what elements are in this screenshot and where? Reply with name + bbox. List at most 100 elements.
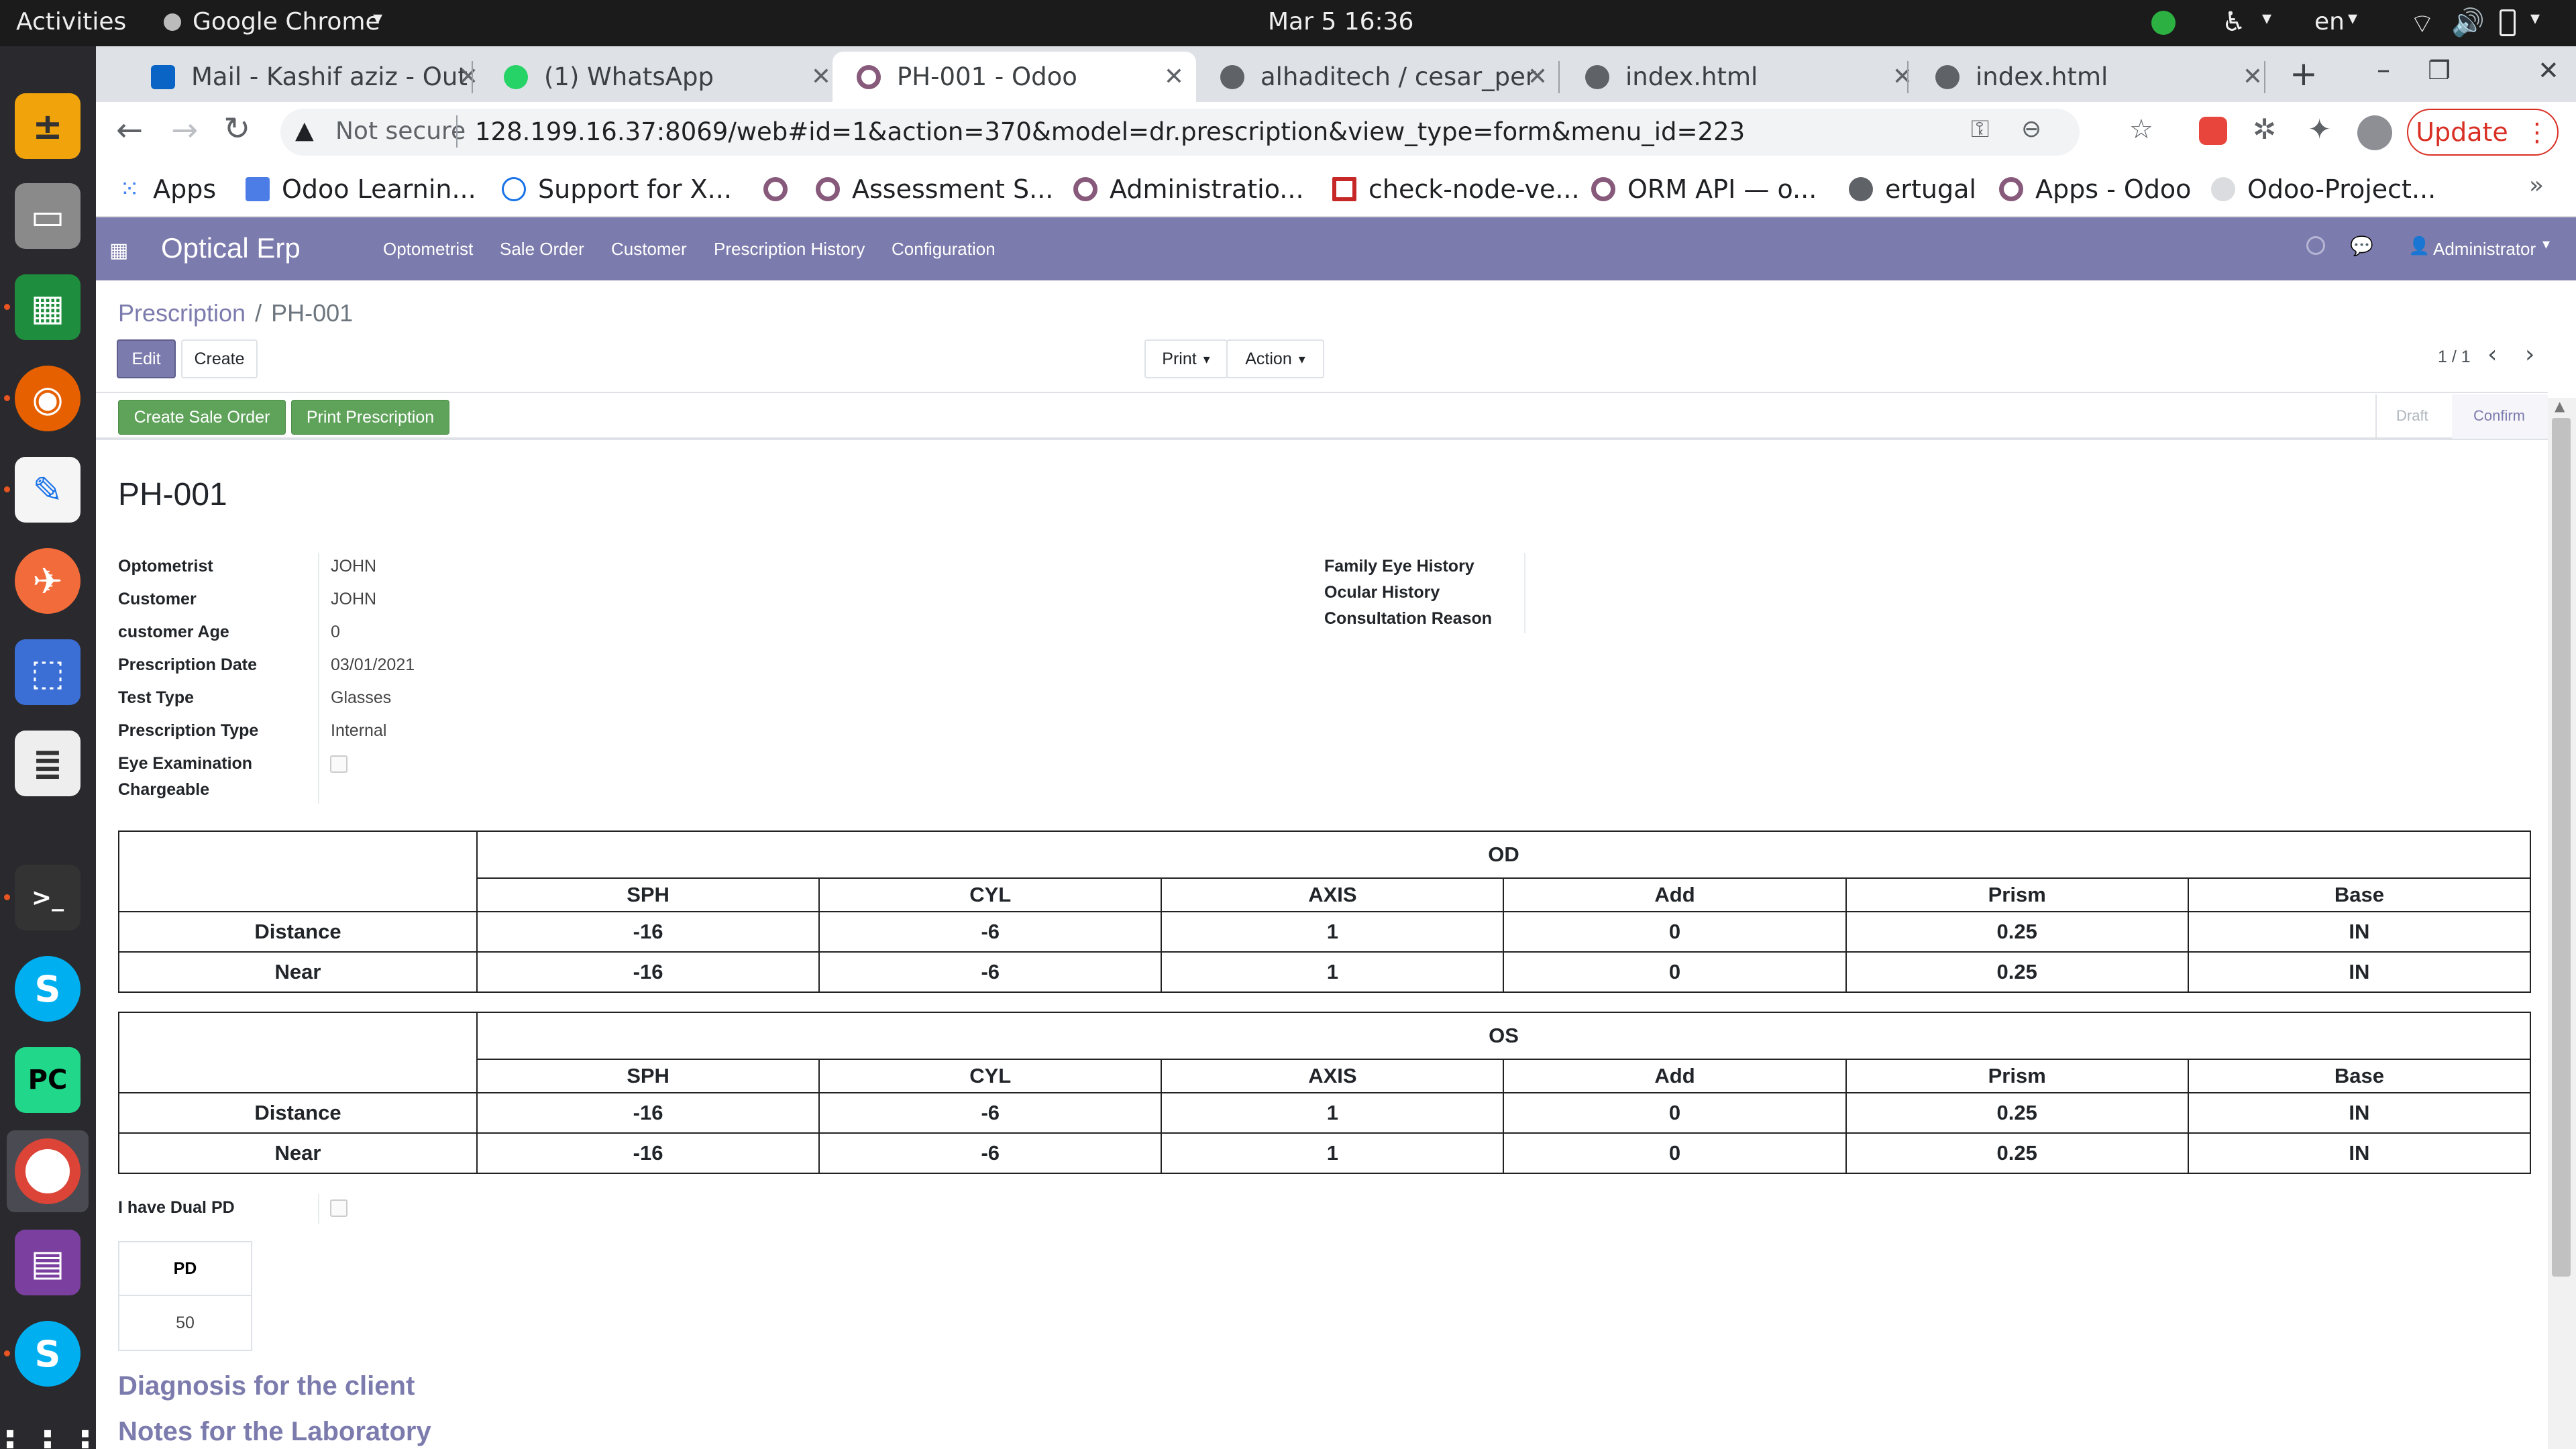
postman-icon[interactable]: ✈	[15, 548, 80, 614]
pager-next-icon[interactable]: ›	[2525, 341, 2534, 368]
close-icon[interactable]: ✕	[1527, 63, 1548, 91]
dual-pd-checkbox[interactable]	[330, 1199, 347, 1217]
print-prescription-button[interactable]: Print Prescription	[291, 400, 449, 435]
zoom-icon[interactable]: ⊖	[2021, 115, 2041, 143]
warning-icon[interactable]: ▲	[295, 117, 314, 144]
bookmark-star-icon[interactable]: ☆	[2129, 114, 2153, 145]
bookmark-administration[interactable]: Administratio...	[1073, 170, 1304, 208]
spreadsheet-icon[interactable]: ▦	[15, 274, 80, 340]
screenshot-icon[interactable]: ⬚	[15, 639, 80, 705]
more-bookmarks-icon[interactable]: »	[2529, 172, 2544, 199]
tab-odoo-active[interactable]: PH-001 - Odoo ✕	[833, 52, 1196, 102]
bookmark-odoo[interactable]	[763, 170, 800, 208]
table-header: Add	[1503, 1059, 1847, 1093]
key-icon[interactable]: ⚿	[1971, 115, 1989, 144]
restore-icon[interactable]: ❐	[2428, 56, 2451, 85]
extensions-puzzle-icon[interactable]: ✦	[2308, 113, 2331, 146]
bookmark-orm-api[interactable]: ORM API — o...	[1591, 170, 1817, 208]
npm-icon	[1332, 177, 1356, 201]
pager-value[interactable]: 1 / 1	[2438, 347, 2471, 367]
field-label-family-eye-history: Family Eye History	[1324, 557, 1474, 576]
show-apps-icon[interactable]: ⋮⋮⋮	[0, 1412, 104, 1449]
profile-avatar[interactable]	[2357, 115, 2392, 150]
firefox-icon[interactable]: ◉	[15, 366, 80, 431]
back-icon[interactable]: ←	[116, 111, 143, 149]
pd-value[interactable]: 50	[119, 1296, 251, 1350]
eye-examination-checkbox[interactable]	[330, 755, 347, 773]
scroll-up-icon[interactable]: ▲	[2555, 398, 2565, 414]
tab-index-2[interactable]: index.html ✕	[1911, 52, 2275, 102]
wifi-icon[interactable]: ⌔	[2410, 7, 2435, 40]
status-confirm[interactable]: Confirm	[2473, 407, 2525, 425]
activity-clock-icon[interactable]	[2306, 236, 2325, 255]
update-button[interactable]: Update ⋮	[2407, 109, 2559, 156]
bookmark-odoo-project[interactable]: Odoo-Project...	[2211, 170, 2436, 208]
close-window-icon[interactable]: ✕	[2538, 56, 2559, 85]
activities-button[interactable]: Activities	[16, 8, 126, 36]
bookmark-assessment[interactable]: Assessment S...	[816, 170, 1053, 208]
skype-icon[interactable]: S	[15, 956, 80, 1022]
reload-icon[interactable]: ↻	[223, 110, 250, 148]
action-dropdown[interactable]: Action ▾	[1226, 339, 1324, 378]
extension-shield-icon[interactable]	[2199, 117, 2227, 145]
tab-index-1[interactable]: index.html ✕	[1561, 52, 1925, 102]
text-editor-icon[interactable]: ✎	[15, 457, 80, 523]
terminal-icon[interactable]: >_	[15, 865, 80, 930]
pycharm-icon[interactable]: PC	[15, 1047, 80, 1113]
update-indicator-icon[interactable]	[2151, 11, 2176, 35]
menu-configuration[interactable]: Configuration	[892, 239, 996, 260]
minimize-icon[interactable]: –	[2377, 54, 2390, 85]
skype-icon[interactable]: S	[15, 1321, 80, 1387]
app-menu[interactable]: Google Chrome	[193, 8, 380, 36]
calculator-icon[interactable]: ±	[15, 93, 80, 159]
odoo-icon	[857, 64, 881, 89]
document-viewer-icon[interactable]: ≣	[15, 731, 80, 796]
brand-name[interactable]: Optical Erp	[161, 232, 301, 264]
bookmark-ertugal[interactable]: ertugal	[1849, 170, 1976, 208]
tab-mail[interactable]: Mail - Kashif aziz - Out ✕	[127, 52, 490, 102]
page-scrollbar[interactable]: ▲	[2548, 398, 2576, 1449]
close-icon[interactable]: ✕	[1164, 63, 1184, 91]
menu-optometrist[interactable]: Optometrist	[383, 239, 473, 260]
create-sale-order-button[interactable]: Create Sale Order	[118, 400, 286, 435]
menu-customer[interactable]: Customer	[611, 239, 687, 260]
files-icon[interactable]: ▭	[15, 183, 80, 249]
scrollbar-thumb[interactable]	[2552, 418, 2571, 1277]
menu-sale-order[interactable]: Sale Order	[500, 239, 584, 260]
accessibility-icon[interactable]: ♿	[2222, 7, 2246, 38]
breadcrumb-parent[interactable]: Prescription	[118, 299, 246, 327]
apps-menu-icon[interactable]: ▦	[109, 239, 128, 262]
clock[interactable]: Mar 5 16:36	[1268, 8, 1413, 36]
close-icon[interactable]: ✕	[1892, 63, 1913, 91]
close-icon[interactable]: ✕	[2243, 63, 2263, 91]
bookmark-apps[interactable]: ⁙ Apps	[119, 170, 216, 208]
security-label[interactable]: Not secure	[335, 117, 466, 145]
menu-prescription-history[interactable]: Prescription History	[714, 239, 865, 260]
tab-whatsapp[interactable]: (1) WhatsApp ✕	[480, 52, 843, 102]
close-icon[interactable]: ✕	[458, 63, 478, 91]
battery-icon[interactable]	[2500, 9, 2516, 36]
tab-github[interactable]: alhaditech / cesar_per ✕	[1196, 52, 1560, 102]
new-tab-icon[interactable]: +	[2290, 54, 2318, 93]
volume-icon[interactable]: 🔊	[2451, 7, 2485, 38]
winrar-icon[interactable]: ▤	[15, 1230, 80, 1295]
bookmark-odoo-learning[interactable]: Odoo Learnin...	[246, 170, 476, 208]
create-button[interactable]: Create	[181, 339, 258, 378]
status-draft[interactable]: Draft	[2396, 407, 2428, 425]
language-indicator[interactable]: en	[2314, 8, 2345, 36]
forward-icon[interactable]: →	[171, 111, 198, 149]
chat-icon[interactable]: 💬	[2350, 235, 2373, 257]
pager-previous-icon[interactable]: ‹	[2487, 341, 2497, 368]
extension-bug-icon[interactable]: ✲	[2253, 113, 2276, 146]
table-cell: 0.25	[1845, 1132, 2189, 1174]
bookmark-apps-odoo[interactable]: Apps - Odoo	[1999, 170, 2191, 208]
print-dropdown[interactable]: Print ▾	[1144, 339, 1228, 378]
edit-button[interactable]: Edit	[117, 339, 176, 378]
close-icon[interactable]: ✕	[811, 63, 831, 91]
address-bar[interactable]: ▲ Not secure 128.199.16.37:8069/web#id=1…	[280, 109, 2153, 156]
bookmark-support[interactable]: Support for X...	[502, 170, 732, 208]
bookmark-check-node[interactable]: check-node-ve...	[1332, 170, 1580, 208]
chrome-icon[interactable]	[15, 1138, 80, 1204]
url-text[interactable]: 128.199.16.37:8069/web#id=1&action=370&m…	[475, 117, 1745, 146]
user-menu[interactable]: Administrator	[2433, 239, 2536, 260]
